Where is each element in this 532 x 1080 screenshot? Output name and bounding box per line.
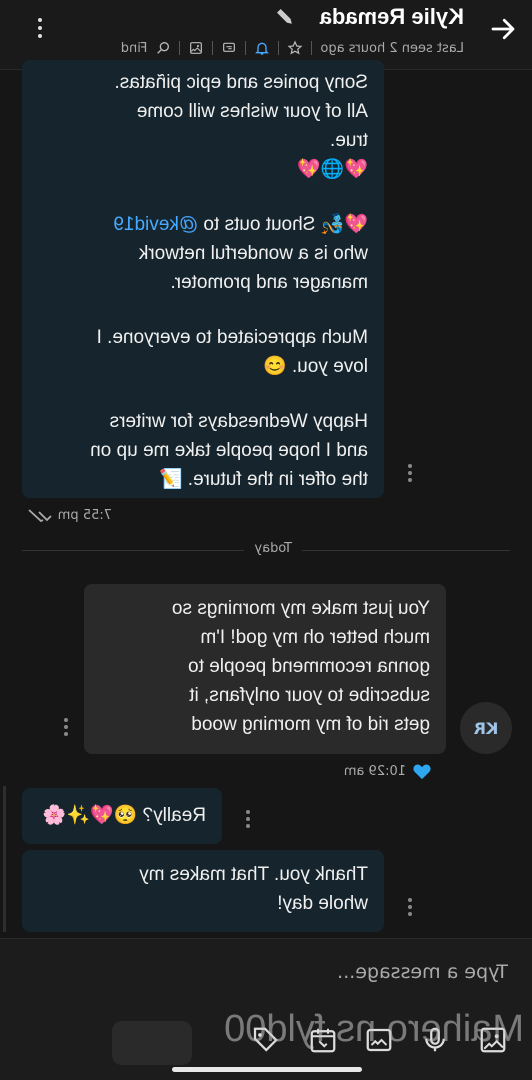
image-icon[interactable] [188,40,204,56]
message-bubble-outgoing[interactable]: Sony ponies and epic piñatas. All of you… [22,60,384,498]
message-line: love you. 😊 [263,356,368,377]
message-line: who is a wonderful network [138,243,368,264]
edit-icon[interactable] [274,6,294,26]
message-line: much better oh my god! I'm [200,627,430,648]
message-line: Sony ponies and epic piñatas. [114,72,368,93]
back-arrow-icon[interactable] [488,14,518,44]
message-options-icon[interactable] [244,810,252,832]
message-line: All of your wishes will come [136,101,368,122]
thread-indicator [3,786,6,932]
day-separator: Today [244,541,302,556]
message-line: Happy Wednesdays for writers [109,411,368,432]
heart-reaction-icon[interactable] [412,762,432,780]
star-icon[interactable] [287,40,303,56]
message-input[interactable]: Type a message... [337,961,508,983]
header-subrow: Last seen 2 hours ago Find [121,40,464,56]
bell-icon[interactable] [254,40,270,56]
message-time: 7:55 pm [57,508,112,523]
mention-link[interactable]: @kevid19 [113,214,198,235]
last-seen-status: Last seen 2 hours ago [320,40,464,56]
message-time: 10:29 am [343,763,406,779]
message-line: subscribe to your onlyfans, it [189,685,430,706]
message-bubble-incoming[interactable]: You just make my mornings so much better… [84,584,446,754]
message-line: gets rid of my morning wood [191,714,430,735]
avatar[interactable]: KR [460,702,512,754]
message-meta: 7:55 pm [26,508,112,523]
message-options-icon[interactable] [406,898,414,920]
message-line: You just make my mornings so [171,598,430,619]
message-emoji: 💖🌐💖 [297,159,368,180]
search-icon[interactable] [155,40,171,56]
message-line: and I hope people take me up on [90,440,368,461]
message-line: Thank you. That makes my [139,864,368,885]
message-line: Really? 🥺💖✨🌸 [42,805,206,826]
message-options-icon[interactable] [406,464,414,486]
message-line: Much appreciated to everyone. I [96,327,368,348]
message-line: the offer in the future. 📝 [158,469,368,490]
message-line: manager and promoter. [170,272,368,293]
find-label[interactable]: Find [121,41,148,56]
message-line: gonna recommend people to [188,656,430,677]
message-line: 💖🧞 Shout outs to @kevid19 [113,214,368,235]
message-meta: 10:29 am [344,762,432,780]
message-line: true. [329,130,368,151]
ghost-text: Maihero ns fyld00 [224,1008,524,1050]
more-vertical-icon[interactable] [36,18,44,44]
ghost-overlay: Maihero ns fyld00 [0,1008,532,1068]
message-line: whole day! [277,893,368,914]
mirrored-screen: Kylie Remada Last seen 2 hours ago Find … [0,0,532,1080]
message-bubble-outgoing[interactable]: Really? 🥺💖✨🌸 [22,788,222,844]
read-receipt-icon [28,508,52,522]
message-options-icon[interactable] [62,718,70,740]
chat-icon[interactable] [221,40,237,56]
message-bubble-outgoing[interactable]: Thank you. That makes my whole day! [22,850,384,932]
contact-name[interactable]: Kylie Remada [320,4,464,30]
